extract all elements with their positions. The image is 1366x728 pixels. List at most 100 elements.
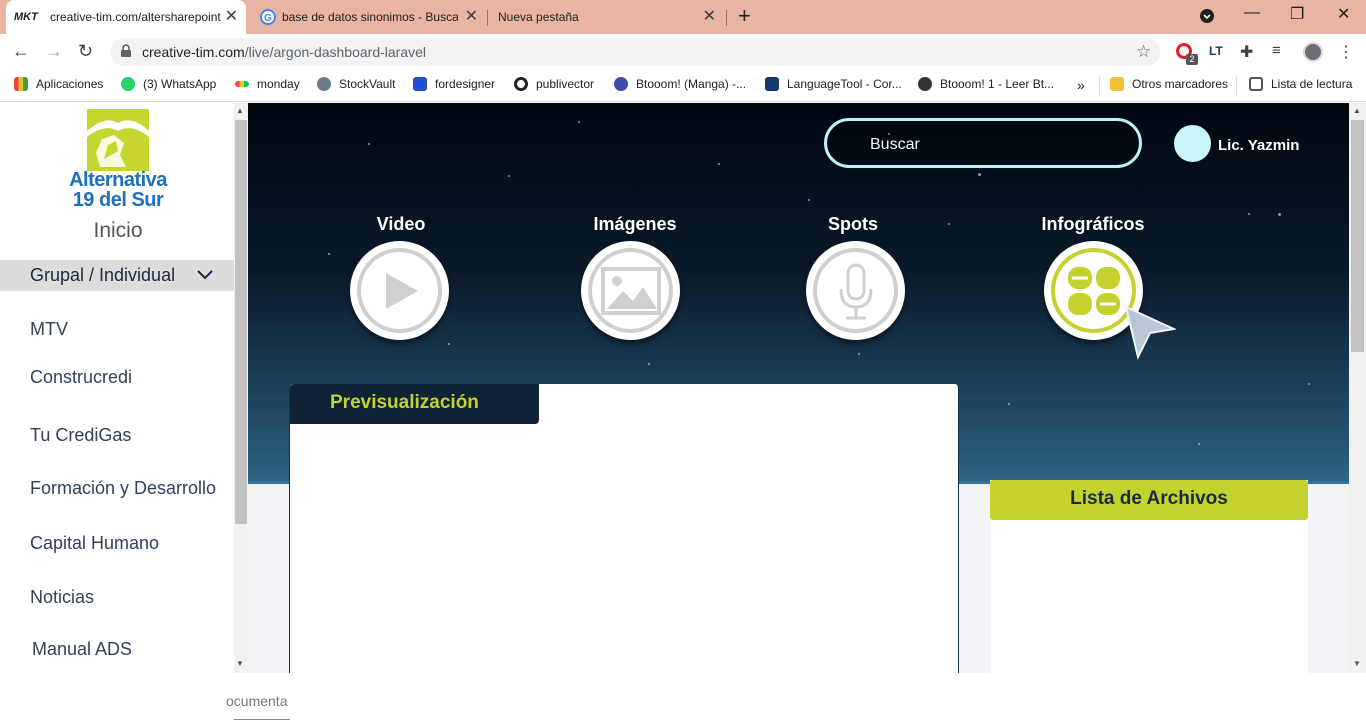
close-tab-icon[interactable]: ✕ xyxy=(703,9,716,25)
category-images-button[interactable] xyxy=(581,241,680,340)
close-tab-icon[interactable]: ✕ xyxy=(225,9,238,25)
category-spots-button[interactable] xyxy=(806,241,905,340)
tab-title: creative-tim.com/altersharepoint xyxy=(50,10,221,24)
extension-badge: 2 xyxy=(1186,54,1198,65)
footer-divider xyxy=(234,719,290,720)
bookmark-label: LanguageTool - Cor... xyxy=(787,77,902,91)
svg-text:G: G xyxy=(264,13,272,24)
publivector-icon xyxy=(514,77,528,91)
extensions-puzzle-icon[interactable]: ✚ xyxy=(1240,42,1253,62)
bookmark-separator xyxy=(1236,77,1237,95)
sidebar-item-capital-humano[interactable]: Capital Humano xyxy=(30,533,159,554)
mkt-favicon-icon: MKT xyxy=(14,11,38,23)
browser-tab-bar: MKT creative-tim.com/altersharepoint ✕ G… xyxy=(0,0,1366,34)
tab-creative-tim[interactable]: MKT creative-tim.com/altersharepoint ✕ xyxy=(6,0,246,34)
languagetool-extension-icon[interactable]: LT xyxy=(1209,44,1223,58)
tab-search-icon[interactable] xyxy=(1199,8,1215,29)
bookmarks-bar: Aplicaciones (3) WhatsApp monday StockVa… xyxy=(0,70,1366,102)
search-placeholder: Buscar xyxy=(870,136,920,153)
user-avatar[interactable] xyxy=(1174,125,1211,162)
category-spots-label: Spots xyxy=(827,214,878,234)
bookmark-label: StockVault xyxy=(339,77,396,91)
reading-list-icon xyxy=(1249,77,1263,91)
bookmark-whatsapp[interactable]: (3) WhatsApp xyxy=(121,77,216,91)
bookmark-monday[interactable]: monday xyxy=(235,77,300,91)
bookmark-btooom-leer[interactable]: Btooom! 1 - Leer Bt... xyxy=(918,77,1054,91)
page-scroll-thumb[interactable] xyxy=(1351,120,1364,352)
bookmark-label: fordesigner xyxy=(435,77,496,91)
microphone-icon xyxy=(839,263,873,320)
bookmark-otros[interactable]: Otros marcadores xyxy=(1110,77,1228,91)
apps-grid-icon xyxy=(14,77,28,91)
tab-new[interactable]: Nueva pestaña ✕ xyxy=(488,0,724,34)
sidebar-scroll-thumb[interactable] xyxy=(235,120,247,524)
bookmark-label: Aplicaciones xyxy=(36,77,104,91)
window-close-icon[interactable]: ✕ xyxy=(1337,4,1350,24)
footer-text: ocumenta xyxy=(226,693,288,709)
profile-avatar-icon[interactable] xyxy=(1303,42,1323,62)
sidebar-item-noticias[interactable]: Noticias xyxy=(30,587,94,608)
bookmark-label: Otros marcadores xyxy=(1132,77,1229,91)
tab-separator xyxy=(726,10,727,26)
restore-icon[interactable]: ❐ xyxy=(1290,4,1304,24)
sidebar-item-credigas[interactable]: Tu CrediGas xyxy=(30,425,131,446)
google-icon: G xyxy=(260,9,276,25)
group-selector-label: Grupal / Individual xyxy=(30,265,176,285)
user-name[interactable]: Lic. Yazmin xyxy=(1218,137,1299,154)
back-icon[interactable]: ← xyxy=(12,41,30,61)
scroll-down-icon[interactable]: ▼ xyxy=(1353,659,1361,668)
scroll-up-icon[interactable]: ▲ xyxy=(236,106,244,115)
fordesigner-icon xyxy=(413,77,427,91)
url-host: creative-tim.com xyxy=(142,44,245,60)
folder-icon xyxy=(1110,77,1124,91)
bookmark-languagetool[interactable]: LanguageTool - Cor... xyxy=(765,77,902,91)
monday-icon xyxy=(235,81,249,87)
bookmark-label: Lista de lectura xyxy=(1271,77,1353,91)
close-tab-icon[interactable]: ✕ xyxy=(465,9,478,25)
sidebar-item-formacion[interactable]: Formación y Desarrollo xyxy=(30,478,216,499)
sidebar-item-construcredi[interactable]: Construcredi xyxy=(30,367,132,388)
category-infographics-label: Infográficos xyxy=(1041,214,1145,234)
group-selector[interactable]: Grupal / Individual xyxy=(0,260,234,291)
infographic-icon xyxy=(1064,261,1124,321)
bookmark-stockvault[interactable]: StockVault xyxy=(317,77,395,91)
minimize-icon[interactable]: — xyxy=(1244,4,1260,22)
sidebar-item-manual-ads[interactable]: Manual ADS xyxy=(32,639,132,660)
cursor-pointer-icon xyxy=(1124,305,1176,360)
lock-icon xyxy=(120,44,132,63)
alternativa-logo[interactable]: Alternativa 19 del Sur xyxy=(60,109,176,217)
browser-menu-icon[interactable]: ⋮ xyxy=(1338,42,1354,62)
play-icon xyxy=(386,273,418,309)
bookmark-fordesigner[interactable]: fordesigner xyxy=(413,77,495,91)
logo-text-line2: 19 del Sur xyxy=(72,189,164,211)
bookmark-star-icon[interactable]: ☆ xyxy=(1136,42,1151,62)
file-list-panel-continued xyxy=(990,673,1308,728)
media-control-icon[interactable]: ≡ xyxy=(1272,42,1281,59)
url-path: /live/argon-dashboard-laravel xyxy=(244,44,427,60)
bookmark-aplicaciones[interactable]: Aplicaciones xyxy=(14,77,103,91)
image-icon xyxy=(601,267,661,315)
category-video-label: Video xyxy=(376,214,426,234)
tab-search[interactable]: G base de datos sinonimos - Busca ✕ xyxy=(250,0,486,34)
bookmark-label: Btooom! 1 - Leer Bt... xyxy=(940,77,1055,91)
new-tab-icon[interactable]: + xyxy=(738,5,751,27)
tab-title: base de datos sinonimos - Busca xyxy=(282,10,458,24)
reload-icon[interactable]: ↻ xyxy=(78,41,93,61)
category-video-button[interactable] xyxy=(350,241,449,340)
sidebar-item-mtv[interactable]: MTV xyxy=(30,319,68,340)
tab-title: Nueva pestaña xyxy=(498,10,579,24)
preview-title: Previsualización xyxy=(330,392,479,413)
bookmarks-overflow-icon[interactable]: » xyxy=(1077,77,1085,93)
scroll-up-icon[interactable]: ▲ xyxy=(1353,106,1361,115)
whatsapp-icon xyxy=(121,77,135,91)
logo-emblem-icon xyxy=(87,109,149,171)
bookmark-btooom-manga[interactable]: Btooom! (Manga) -... xyxy=(614,77,746,91)
scroll-down-icon[interactable]: ▼ xyxy=(236,659,244,668)
languagetool-icon xyxy=(765,77,779,91)
bookmark-lista-lectura[interactable]: Lista de lectura xyxy=(1249,77,1352,91)
forward-icon[interactable]: → xyxy=(45,41,63,61)
file-list-title: Lista de Archivos xyxy=(1070,488,1228,509)
page-title: Inicio xyxy=(93,219,143,242)
chevron-down-icon xyxy=(196,268,214,286)
bookmark-publivector[interactable]: publivector xyxy=(514,77,594,91)
